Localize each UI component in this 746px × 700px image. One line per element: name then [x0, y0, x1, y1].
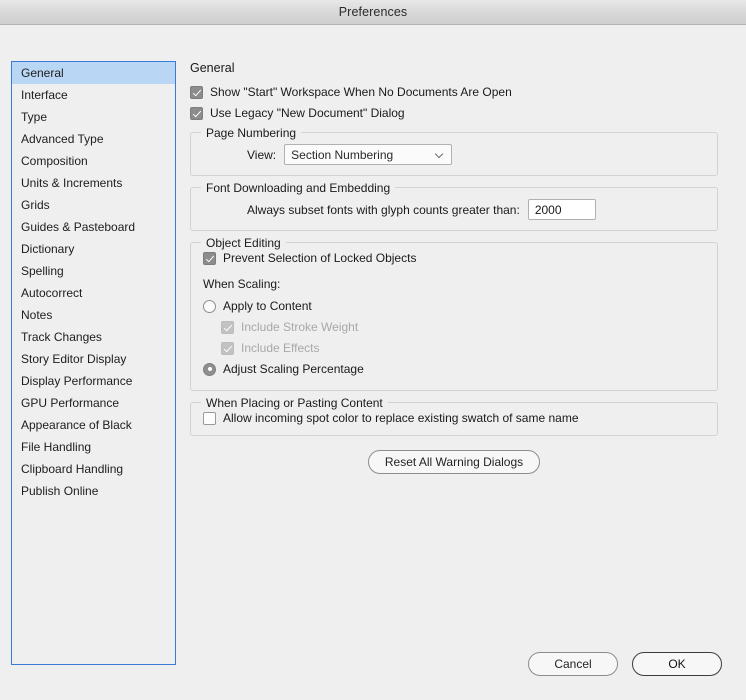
radio-label-apply-to-content: Apply to Content — [223, 299, 312, 313]
label-subset-fonts: Always subset fonts with glyph counts gr… — [247, 202, 520, 217]
sidebar-item-notes[interactable]: Notes — [12, 304, 175, 326]
group-legend-page-numbering: Page Numbering — [201, 126, 302, 140]
checkbox-label-allow-spot-color: Allow incoming spot color to replace exi… — [223, 411, 579, 425]
checkbox-row-show-start-workspace[interactable]: Show "Start" Workspace When No Documents… — [190, 85, 718, 99]
sidebar-item-grids[interactable]: Grids — [12, 194, 175, 216]
sidebar-item-interface[interactable]: Interface — [12, 84, 175, 106]
window-title: Preferences — [338, 5, 408, 19]
label-view: View: — [247, 147, 277, 162]
checkbox-include-effects — [221, 341, 234, 355]
sidebar-item-story-editor-display[interactable]: Story Editor Display — [12, 348, 175, 370]
group-legend-font-downloading-embedding: Font Downloading and Embedding — [201, 181, 396, 195]
checkbox-label-use-legacy-new-document: Use Legacy "New Document" Dialog — [210, 106, 405, 120]
cancel-button[interactable]: Cancel — [528, 652, 618, 676]
select-value-page-numbering-view: Section Numbering — [291, 147, 394, 162]
checkbox-label-include-stroke-weight: Include Stroke Weight — [241, 320, 359, 334]
reset-button-container: Reset All Warning Dialogs — [190, 450, 718, 474]
sidebar-item-gpu-performance[interactable]: GPU Performance — [12, 392, 175, 414]
radio-label-adjust-scaling-percentage: Adjust Scaling Percentage — [223, 362, 364, 376]
sidebar-item-dictionary[interactable]: Dictionary — [12, 238, 175, 260]
preferences-category-list[interactable]: General Interface Type Advanced Type Composi… — [11, 61, 176, 665]
sidebar-item-publish-online[interactable]: Publish Online — [12, 480, 175, 502]
label-when-scaling: When Scaling: — [203, 277, 281, 291]
select-page-numbering-view[interactable]: Section Numbering — [284, 144, 453, 165]
checkbox-row-use-legacy-new-document[interactable]: Use Legacy "New Document" Dialog — [190, 106, 718, 120]
group-object-editing: Object Editing Prevent Selection of Lock… — [190, 236, 718, 391]
sidebar-item-general[interactable]: General — [12, 62, 175, 84]
checkbox-row-include-stroke-weight: Include Stroke Weight — [221, 320, 705, 334]
input-value-glyph-count-threshold: 2000 — [534, 202, 562, 217]
sidebar-item-appearance-of-black[interactable]: Appearance of Black — [12, 414, 175, 436]
window-titlebar: Preferences — [0, 0, 746, 25]
sidebar-item-units-increments[interactable]: Units & Increments — [12, 172, 175, 194]
dialog-body: General Interface Type Advanced Type Composi… — [0, 25, 746, 700]
radio-row-adjust-scaling-percentage[interactable]: Adjust Scaling Percentage — [203, 362, 705, 376]
checkbox-row-allow-spot-color[interactable]: Allow incoming spot color to replace exi… — [203, 411, 705, 425]
input-glyph-count-threshold[interactable]: 2000 — [527, 199, 596, 220]
group-placing-pasting-content: When Placing or Pasting Content Allow in… — [190, 396, 718, 436]
main-panel: General Show "Start" Workspace When No D… — [190, 61, 718, 474]
dialog-footer: Cancel OK — [528, 652, 722, 676]
sidebar-item-type[interactable]: Type — [12, 106, 175, 128]
sidebar-item-display-performance[interactable]: Display Performance — [12, 370, 175, 392]
checkbox-show-start-workspace[interactable] — [190, 85, 203, 99]
sidebar-item-file-handling[interactable]: File Handling — [12, 436, 175, 458]
ok-button[interactable]: OK — [632, 652, 722, 676]
checkbox-use-legacy-new-document[interactable] — [190, 106, 203, 120]
checkbox-label-prevent-selection-locked-objects: Prevent Selection of Locked Objects — [223, 251, 417, 265]
checkbox-row-prevent-selection-locked-objects[interactable]: Prevent Selection of Locked Objects — [203, 251, 705, 265]
group-legend-placing-pasting-content: When Placing or Pasting Content — [201, 396, 388, 410]
sidebar-item-autocorrect[interactable]: Autocorrect — [12, 282, 175, 304]
sidebar-item-advanced-type[interactable]: Advanced Type — [12, 128, 175, 150]
page-title: General — [190, 61, 235, 75]
group-font-downloading-embedding: Font Downloading and Embedding Always su… — [190, 181, 718, 231]
sidebar-item-spelling[interactable]: Spelling — [12, 260, 175, 282]
field-row-subset-fonts: Always subset fonts with glyph counts gr… — [203, 199, 705, 220]
checkbox-label-show-start-workspace: Show "Start" Workspace When No Documents… — [210, 85, 512, 99]
sidebar-item-track-changes[interactable]: Track Changes — [12, 326, 175, 348]
field-row-view: View: Section Numbering — [203, 144, 705, 165]
group-page-numbering: Page Numbering View: Section Numbering — [190, 126, 718, 176]
reset-all-warning-dialogs-button[interactable]: Reset All Warning Dialogs — [367, 450, 541, 474]
checkbox-row-include-effects: Include Effects — [221, 341, 705, 355]
sidebar-item-guides-pasteboard[interactable]: Guides & Pasteboard — [12, 216, 175, 238]
checkbox-prevent-selection-locked-objects[interactable] — [203, 251, 216, 265]
radio-row-apply-to-content[interactable]: Apply to Content — [203, 299, 705, 313]
checkbox-allow-spot-color[interactable] — [203, 411, 216, 425]
checkbox-label-include-effects: Include Effects — [241, 341, 320, 355]
radio-adjust-scaling-percentage[interactable] — [203, 362, 216, 376]
sidebar-item-clipboard-handling[interactable]: Clipboard Handling — [12, 458, 175, 480]
chevron-down-icon — [436, 151, 443, 158]
group-legend-object-editing: Object Editing — [201, 236, 286, 250]
radio-apply-to-content[interactable] — [203, 299, 216, 313]
checkbox-include-stroke-weight — [221, 320, 234, 334]
sidebar-item-composition[interactable]: Composition — [12, 150, 175, 172]
